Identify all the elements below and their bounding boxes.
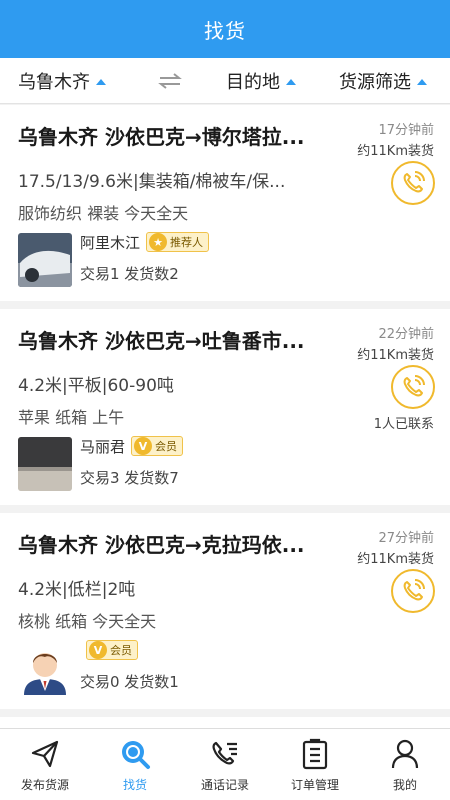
phone-icon — [403, 579, 425, 601]
tab-find-cargo[interactable]: 找货 — [90, 729, 180, 800]
route-text: 乌鲁木齐 沙依巴克→吐鲁番市... — [18, 329, 305, 353]
avatar — [18, 437, 72, 491]
v-badge-icon: V — [89, 641, 107, 659]
time-text: 27分钟前 — [378, 531, 434, 546]
list-item[interactable]: 乌鲁木齐 沙依巴克→博尔塔拉... 17.5/13/9.6米|集装箱/棉被车/保… — [0, 105, 450, 301]
tab-label: 发布货源 — [20, 778, 69, 792]
tags-text: 服饰纺织 裸装 今天全天 — [18, 204, 189, 223]
swap-icon[interactable] — [157, 71, 183, 91]
call-button[interactable] — [391, 161, 435, 205]
time-text: 22分钟前 — [378, 327, 434, 342]
member-badge: V 会员 — [86, 640, 138, 660]
list-item[interactable]: 乌鲁木齐 沙依巴克→克拉玛依... 4.2米|低栏|2吨 核桃 纸箱 今天全天 … — [0, 513, 450, 709]
tab-label: 通话记录 — [200, 778, 249, 792]
tab-publish[interactable]: 发布货源 — [0, 729, 90, 800]
tab-call-log[interactable]: 通话记录 — [180, 729, 270, 800]
clipboard-icon — [298, 737, 332, 771]
stats-text: 交易0 发货数1 — [80, 673, 179, 691]
spec-text: 4.2米|平板|60-90吨 — [18, 376, 174, 396]
route-text: 乌鲁木齐 沙依巴克→克拉玛依... — [18, 533, 305, 557]
distance-text: 约11Km装货 — [357, 144, 434, 159]
origin-filter-label: 乌鲁木齐 — [18, 72, 90, 93]
person-icon — [388, 737, 422, 771]
tab-label: 找货 — [122, 778, 147, 792]
caret-up-icon — [417, 79, 427, 85]
distance-text: 约11Km装货 — [357, 552, 434, 567]
recommender-badge: ★ 推荐人 — [146, 232, 210, 252]
user-row: 马丽君 V 会员 — [80, 434, 184, 458]
paper-plane-icon — [28, 737, 62, 771]
call-button[interactable] — [391, 365, 435, 409]
origin-filter[interactable]: 乌鲁木齐 — [18, 58, 106, 104]
list-item[interactable]: 乌鲁木齐 沙依巴克→吐鲁番市... 4.2米|平板|60-90吨 苹果 纸箱 上… — [0, 309, 450, 505]
phone-log-icon — [208, 737, 242, 771]
v-badge-icon: V — [134, 437, 153, 455]
stats-text: 交易3 发货数7 — [80, 469, 179, 487]
badge-label: 会员 — [110, 644, 132, 657]
badge-label: 推荐人 — [170, 236, 204, 249]
user-row: 阿里木江 ★ 推荐人 — [80, 230, 210, 254]
phone-icon — [403, 375, 425, 397]
medal-icon: ★ — [149, 233, 168, 251]
avatar — [18, 233, 72, 287]
filter-bar: 乌鲁木齐 目的地 货源筛选 — [0, 58, 450, 104]
user-name: 阿里木江 — [80, 233, 141, 252]
tags-text: 苹果 纸箱 上午 — [18, 408, 125, 427]
spec-text: 17.5/13/9.6米|集装箱/棉被车/保... — [18, 172, 286, 192]
top-bar: 找货 — [0, 0, 450, 58]
destination-filter[interactable]: 目的地 — [226, 58, 296, 104]
destination-filter-label: 目的地 — [226, 72, 280, 93]
tab-orders[interactable]: 订单管理 — [270, 729, 360, 800]
tab-label: 订单管理 — [290, 778, 339, 792]
source-filter-label: 货源筛选 — [339, 72, 411, 93]
contacted-count: 1人已联系 — [373, 417, 434, 432]
distance-text: 约11Km装货 — [357, 348, 434, 363]
caret-up-icon — [96, 79, 106, 85]
avatar — [18, 641, 72, 695]
stats-text: 交易1 发货数2 — [80, 265, 179, 283]
search-icon — [118, 737, 152, 771]
tab-label: 我的 — [392, 778, 417, 792]
spec-text: 4.2米|低栏|2吨 — [18, 580, 136, 600]
phone-icon — [403, 171, 425, 193]
member-badge: V 会员 — [131, 436, 184, 456]
bottom-tab-bar: 发布货源 找货 通话记录 订单管理 我的 — [0, 728, 450, 800]
tab-profile[interactable]: 我的 — [360, 729, 450, 800]
badge-label: 会员 — [155, 440, 178, 453]
user-name: 马丽君 — [80, 437, 126, 456]
caret-up-icon — [286, 79, 296, 85]
user-row: V 会员 — [80, 638, 138, 662]
time-text: 17分钟前 — [378, 123, 434, 138]
tags-text: 核桃 纸箱 今天全天 — [18, 612, 157, 631]
route-text: 乌鲁木齐 沙依巴克→博尔塔拉... — [18, 125, 305, 149]
source-filter[interactable]: 货源筛选 — [339, 58, 427, 104]
call-button[interactable] — [391, 569, 435, 613]
page-title: 找货 — [204, 18, 246, 43]
